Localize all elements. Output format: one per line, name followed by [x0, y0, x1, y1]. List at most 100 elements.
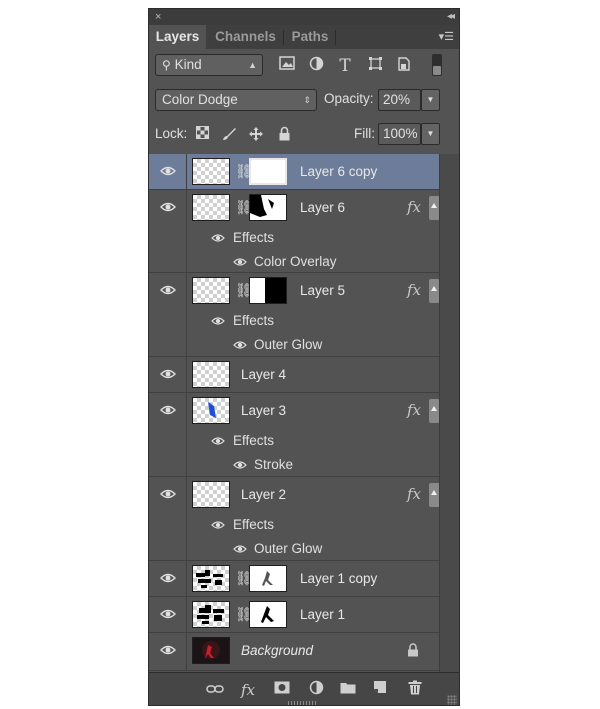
lock-icon[interactable]: [407, 643, 419, 662]
layer-row[interactable]: Layer 2 fx Effects Outer Glow: [149, 477, 441, 561]
eye-icon[interactable]: [160, 571, 176, 585]
resize-handle[interactable]: [447, 695, 457, 705]
layer-name: Layer 3: [241, 403, 287, 418]
layer-name: Background: [241, 643, 314, 658]
lock-transparent-icon[interactable]: [193, 126, 211, 144]
opacity-label: Opacity:: [324, 91, 374, 106]
tab-divider: [335, 30, 336, 45]
layer-effects-icon[interactable]: fx: [407, 273, 421, 308]
lock-image-icon[interactable]: [220, 126, 238, 144]
visibility-column: [149, 561, 187, 596]
tab-label: Layers: [155, 29, 200, 44]
eye-icon[interactable]: [211, 435, 225, 447]
layers-scrollbar[interactable]: [439, 154, 459, 672]
smart-object-filter-icon[interactable]: [394, 56, 414, 76]
panel-bottom-bar: fx: [149, 672, 459, 705]
visibility-column: [149, 477, 187, 560]
layer-thumbnail: [192, 361, 230, 388]
layer-row[interactable]: ⛓ Layer 6 copy: [149, 154, 441, 190]
new-layer-icon[interactable]: [369, 680, 391, 700]
layer-row[interactable]: Layer 4: [149, 357, 441, 393]
layer-thumbnail: [192, 397, 230, 424]
layer-effects-icon[interactable]: fx: [407, 393, 421, 428]
tab-channels[interactable]: Channels: [210, 25, 284, 49]
filter-kind-dropdown[interactable]: ⚲ Kind ▲: [155, 54, 263, 76]
lock-all-icon[interactable]: [275, 126, 293, 144]
layer-row[interactable]: ⛓ Layer 1: [149, 597, 441, 633]
layer-mask-thumbnail[interactable]: [249, 565, 287, 592]
eye-icon[interactable]: [211, 519, 225, 531]
effect-item[interactable]: Outer Glow: [254, 537, 322, 561]
visibility-column: [149, 393, 187, 476]
effect-item[interactable]: Stroke: [254, 453, 293, 477]
add-style-icon[interactable]: fx: [237, 680, 259, 700]
layer-row[interactable]: Layer 3 fx Effects Stroke: [149, 393, 441, 477]
lock-label: Lock:: [155, 126, 188, 141]
eye-icon[interactable]: [233, 543, 247, 555]
panel-menu-icon[interactable]: ▾☰: [439, 29, 454, 45]
tab-label: Channels: [215, 29, 276, 44]
effect-item[interactable]: Outer Glow: [254, 333, 322, 357]
visibility-column: [149, 273, 187, 356]
eye-icon[interactable]: [160, 283, 176, 297]
new-adjustment-icon[interactable]: [305, 680, 327, 700]
new-group-icon[interactable]: [337, 680, 359, 700]
adjustment-filter-icon[interactable]: [306, 56, 326, 76]
opacity-slider-button[interactable]: ▼: [421, 89, 440, 111]
layer-row[interactable]: Background: [149, 633, 441, 671]
filter-toggle-switch[interactable]: [432, 54, 442, 76]
layer-mask-thumbnail[interactable]: [249, 277, 287, 304]
shape-filter-icon[interactable]: [365, 56, 385, 76]
layer-mask-thumbnail[interactable]: [249, 601, 287, 628]
eye-icon[interactable]: [160, 367, 176, 381]
eye-icon[interactable]: [160, 643, 176, 657]
layer-thumbnail: [192, 637, 230, 664]
eye-icon[interactable]: [160, 487, 176, 501]
layer-effects-icon[interactable]: fx: [407, 477, 421, 512]
tab-layers[interactable]: Layers: [149, 25, 206, 49]
visibility-column: [149, 597, 187, 632]
opacity-field[interactable]: 20%: [378, 89, 421, 111]
layer-effects-icon[interactable]: fx: [407, 190, 421, 225]
layer-mask-thumbnail[interactable]: [249, 158, 287, 185]
panel-grip[interactable]: [288, 701, 316, 705]
effect-item[interactable]: Color Overlay: [254, 250, 337, 274]
layer-row[interactable]: ⛓ Layer 1 copy: [149, 561, 441, 597]
layers-panel: × ◂◂ Layers Channels Paths ▾☰ ⚲ Kind ▲ T: [148, 8, 460, 706]
chevron-updown-icon: ⇕: [303, 95, 311, 105]
delete-layer-icon[interactable]: [404, 680, 426, 700]
blend-mode-dropdown[interactable]: Color Dodge ⇕: [155, 89, 317, 111]
close-panel-icon[interactable]: ×: [155, 9, 161, 25]
layer-row[interactable]: ⛓ Layer 5 fx Effects Outer Glow: [149, 273, 441, 357]
layer-name: Layer 1: [300, 607, 346, 622]
layer-name: Layer 4: [241, 367, 287, 382]
eye-icon[interactable]: [211, 232, 225, 244]
layer-name: Layer 6 copy: [300, 164, 378, 179]
layer-row[interactable]: ⛓ Layer 6 fx Effects Color Overlay: [149, 190, 441, 273]
layer-mask-thumbnail[interactable]: [249, 194, 287, 221]
eye-icon[interactable]: [211, 315, 225, 327]
eye-icon[interactable]: [160, 607, 176, 621]
eye-icon[interactable]: [233, 459, 247, 471]
visibility-column: [149, 357, 187, 392]
layer-thumbnail: [192, 565, 230, 592]
blend-mode-value: Color Dodge: [162, 92, 238, 107]
opacity-value: 20%: [383, 92, 411, 107]
eye-icon[interactable]: [160, 403, 176, 417]
collapse-panel-icon[interactable]: ◂◂: [447, 9, 455, 25]
layer-name: Layer 1 copy: [300, 571, 378, 586]
lock-position-icon[interactable]: [247, 126, 265, 144]
eye-icon[interactable]: [160, 200, 176, 214]
link-layers-icon[interactable]: [204, 680, 226, 700]
image-filter-icon[interactable]: [277, 56, 297, 76]
eye-icon[interactable]: [233, 256, 247, 268]
effects-label: Effects: [233, 313, 275, 328]
eye-icon[interactable]: [233, 339, 247, 351]
fill-slider-button[interactable]: ▼: [421, 123, 440, 145]
fill-field[interactable]: 100%: [378, 123, 421, 145]
eye-icon[interactable]: [160, 164, 176, 178]
tab-paths[interactable]: Paths: [287, 25, 336, 49]
add-mask-icon[interactable]: [271, 680, 293, 700]
panel-tabs: Layers Channels Paths ▾☰: [149, 25, 459, 49]
type-filter-icon[interactable]: T: [335, 56, 355, 76]
